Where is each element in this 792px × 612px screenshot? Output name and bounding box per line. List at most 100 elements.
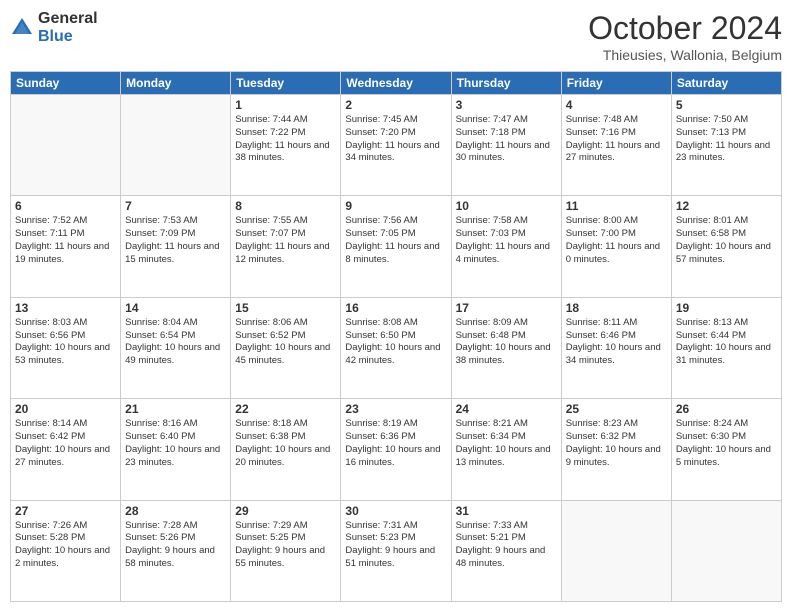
day-number: 2 (345, 98, 446, 112)
calendar-cell (671, 500, 781, 601)
day-number: 11 (566, 199, 667, 213)
weekday-header-thursday: Thursday (451, 72, 561, 95)
day-number: 19 (676, 301, 777, 315)
calendar-cell: 13 Sunrise: 8:03 AM Sunset: 6:56 PM Dayli… (11, 297, 121, 398)
location: Thieusies, Wallonia, Belgium (588, 47, 782, 63)
day-number: 23 (345, 402, 446, 416)
calendar-cell: 4Sunrise: 7:48 AM Sunset: 7:16 PM Daylig… (561, 95, 671, 196)
calendar-cell: 24Sunrise: 8:21 AM Sunset: 6:34 PM Dayli… (451, 399, 561, 500)
day-number: 14 (125, 301, 226, 315)
calendar-week-5: 27 Sunrise: 7:26 AM Sunset: 5:28 PM Dayli… (11, 500, 782, 601)
day-number: 10 (456, 199, 557, 213)
day-info: Sunrise: 8:14 AM Sunset: 6:42 PM Dayligh… (15, 418, 116, 469)
day-number: 28 (125, 504, 226, 518)
day-info: Sunrise: 7:50 AM Sunset: 7:13 PM Dayligh… (676, 114, 777, 165)
day-info: Sunrise: 7:26 AM Sunset: 5:28 PM Dayligh… (15, 520, 116, 571)
day-number: 30 (345, 504, 446, 518)
day-info: Sunrise: 8:04 AM Sunset: 6:54 PM Dayligh… (125, 317, 226, 368)
calendar-cell (121, 95, 231, 196)
calendar-cell: 1 Sunrise: 7:44 AM Sunset: 7:22 PM Daylig… (231, 95, 341, 196)
day-number: 1 (235, 98, 336, 112)
calendar-cell: 7 Sunrise: 7:53 AM Sunset: 7:09 PM Daylig… (121, 196, 231, 297)
day-info: Sunrise: 8:08 AM Sunset: 6:50 PM Dayligh… (345, 317, 446, 368)
calendar-cell: 29 Sunrise: 7:29 AM Sunset: 5:25 PM Dayli… (231, 500, 341, 601)
weekday-header-friday: Friday (561, 72, 671, 95)
day-number: 27 (15, 504, 116, 518)
day-info: Sunrise: 7:52 AM Sunset: 7:11 PM Dayligh… (15, 215, 116, 266)
weekday-header-wednesday: Wednesday (341, 72, 451, 95)
calendar-cell: 23Sunrise: 8:19 AM Sunset: 6:36 PM Dayli… (341, 399, 451, 500)
day-number: 25 (566, 402, 667, 416)
page: General Blue October 2024 Thieusies, Wal… (0, 0, 792, 612)
day-info: Sunrise: 7:47 AM Sunset: 7:18 PM Dayligh… (456, 114, 557, 165)
day-info: Sunrise: 8:24 AM Sunset: 6:30 PM Dayligh… (676, 418, 777, 469)
day-number: 29 (235, 504, 336, 518)
month-year: October 2024 (588, 10, 782, 47)
logo-general: General (38, 10, 98, 28)
day-number: 13 (15, 301, 116, 315)
calendar-week-3: 13 Sunrise: 8:03 AM Sunset: 6:56 PM Dayli… (11, 297, 782, 398)
calendar-cell: 28 Sunrise: 7:28 AM Sunset: 5:26 PM Dayli… (121, 500, 231, 601)
calendar-cell: 17 Sunrise: 8:09 AM Sunset: 6:48 PM Dayli… (451, 297, 561, 398)
day-number: 22 (235, 402, 336, 416)
day-info: Sunrise: 7:58 AM Sunset: 7:03 PM Dayligh… (456, 215, 557, 266)
calendar-cell: 8Sunrise: 7:55 AM Sunset: 7:07 PM Daylig… (231, 196, 341, 297)
calendar-cell: 9 Sunrise: 7:56 AM Sunset: 7:05 PM Daylig… (341, 196, 451, 297)
weekday-header-monday: Monday (121, 72, 231, 95)
day-info: Sunrise: 7:31 AM Sunset: 5:23 PM Dayligh… (345, 520, 446, 571)
calendar-cell: 2 Sunrise: 7:45 AM Sunset: 7:20 PM Daylig… (341, 95, 451, 196)
day-number: 18 (566, 301, 667, 315)
day-info: Sunrise: 8:06 AM Sunset: 6:52 PM Dayligh… (235, 317, 336, 368)
day-number: 20 (15, 402, 116, 416)
day-number: 21 (125, 402, 226, 416)
day-number: 17 (456, 301, 557, 315)
day-info: Sunrise: 7:45 AM Sunset: 7:20 PM Dayligh… (345, 114, 446, 165)
title-block: October 2024 Thieusies, Wallonia, Belgiu… (588, 10, 782, 63)
day-info: Sunrise: 8:03 AM Sunset: 6:56 PM Dayligh… (15, 317, 116, 368)
day-number: 5 (676, 98, 777, 112)
calendar-cell: 30 Sunrise: 7:31 AM Sunset: 5:23 PM Dayli… (341, 500, 451, 601)
day-number: 15 (235, 301, 336, 315)
calendar-cell: 25Sunrise: 8:23 AM Sunset: 6:32 PM Dayli… (561, 399, 671, 500)
day-info: Sunrise: 7:53 AM Sunset: 7:09 PM Dayligh… (125, 215, 226, 266)
weekday-header-sunday: Sunday (11, 72, 121, 95)
calendar-cell: 12 Sunrise: 8:01 AM Sunset: 6:58 PM Dayli… (671, 196, 781, 297)
weekday-header-saturday: Saturday (671, 72, 781, 95)
calendar-cell: 5 Sunrise: 7:50 AM Sunset: 7:13 PM Daylig… (671, 95, 781, 196)
day-number: 8 (235, 199, 336, 213)
calendar-cell: 27 Sunrise: 7:26 AM Sunset: 5:28 PM Dayli… (11, 500, 121, 601)
day-number: 24 (456, 402, 557, 416)
calendar-cell: 19 Sunrise: 8:13 AM Sunset: 6:44 PM Dayli… (671, 297, 781, 398)
day-info: Sunrise: 8:00 AM Sunset: 7:00 PM Dayligh… (566, 215, 667, 266)
calendar-week-2: 6 Sunrise: 7:52 AM Sunset: 7:11 PM Daylig… (11, 196, 782, 297)
day-info: Sunrise: 8:01 AM Sunset: 6:58 PM Dayligh… (676, 215, 777, 266)
calendar-cell (561, 500, 671, 601)
day-number: 9 (345, 199, 446, 213)
calendar-cell: 22 Sunrise: 8:18 AM Sunset: 6:38 PM Dayli… (231, 399, 341, 500)
day-info: Sunrise: 8:11 AM Sunset: 6:46 PM Dayligh… (566, 317, 667, 368)
day-info: Sunrise: 8:13 AM Sunset: 6:44 PM Dayligh… (676, 317, 777, 368)
day-number: 26 (676, 402, 777, 416)
day-number: 6 (15, 199, 116, 213)
calendar-week-1: 1 Sunrise: 7:44 AM Sunset: 7:22 PM Daylig… (11, 95, 782, 196)
day-info: Sunrise: 7:28 AM Sunset: 5:26 PM Dayligh… (125, 520, 226, 571)
calendar-cell: 6 Sunrise: 7:52 AM Sunset: 7:11 PM Daylig… (11, 196, 121, 297)
calendar-cell: 18 Sunrise: 8:11 AM Sunset: 6:46 PM Dayli… (561, 297, 671, 398)
calendar-cell: 10 Sunrise: 7:58 AM Sunset: 7:03 PM Dayli… (451, 196, 561, 297)
day-info: Sunrise: 8:09 AM Sunset: 6:48 PM Dayligh… (456, 317, 557, 368)
day-info: Sunrise: 7:56 AM Sunset: 7:05 PM Dayligh… (345, 215, 446, 266)
calendar-cell: 11 Sunrise: 8:00 AM Sunset: 7:00 PM Dayli… (561, 196, 671, 297)
logo-text: General Blue (38, 10, 98, 45)
calendar-week-4: 20 Sunrise: 8:14 AM Sunset: 6:42 PM Dayli… (11, 399, 782, 500)
calendar-cell: 20 Sunrise: 8:14 AM Sunset: 6:42 PM Dayli… (11, 399, 121, 500)
logo-blue: Blue (38, 28, 98, 46)
calendar-header-row: SundayMondayTuesdayWednesdayThursdayFrid… (11, 72, 782, 95)
day-number: 12 (676, 199, 777, 213)
header: General Blue October 2024 Thieusies, Wal… (10, 10, 782, 63)
calendar-cell: 3Sunrise: 7:47 AM Sunset: 7:18 PM Daylig… (451, 95, 561, 196)
day-info: Sunrise: 7:29 AM Sunset: 5:25 PM Dayligh… (235, 520, 336, 571)
day-number: 7 (125, 199, 226, 213)
day-info: Sunrise: 8:18 AM Sunset: 6:38 PM Dayligh… (235, 418, 336, 469)
day-number: 4 (566, 98, 667, 112)
day-info: Sunrise: 7:44 AM Sunset: 7:22 PM Dayligh… (235, 114, 336, 165)
